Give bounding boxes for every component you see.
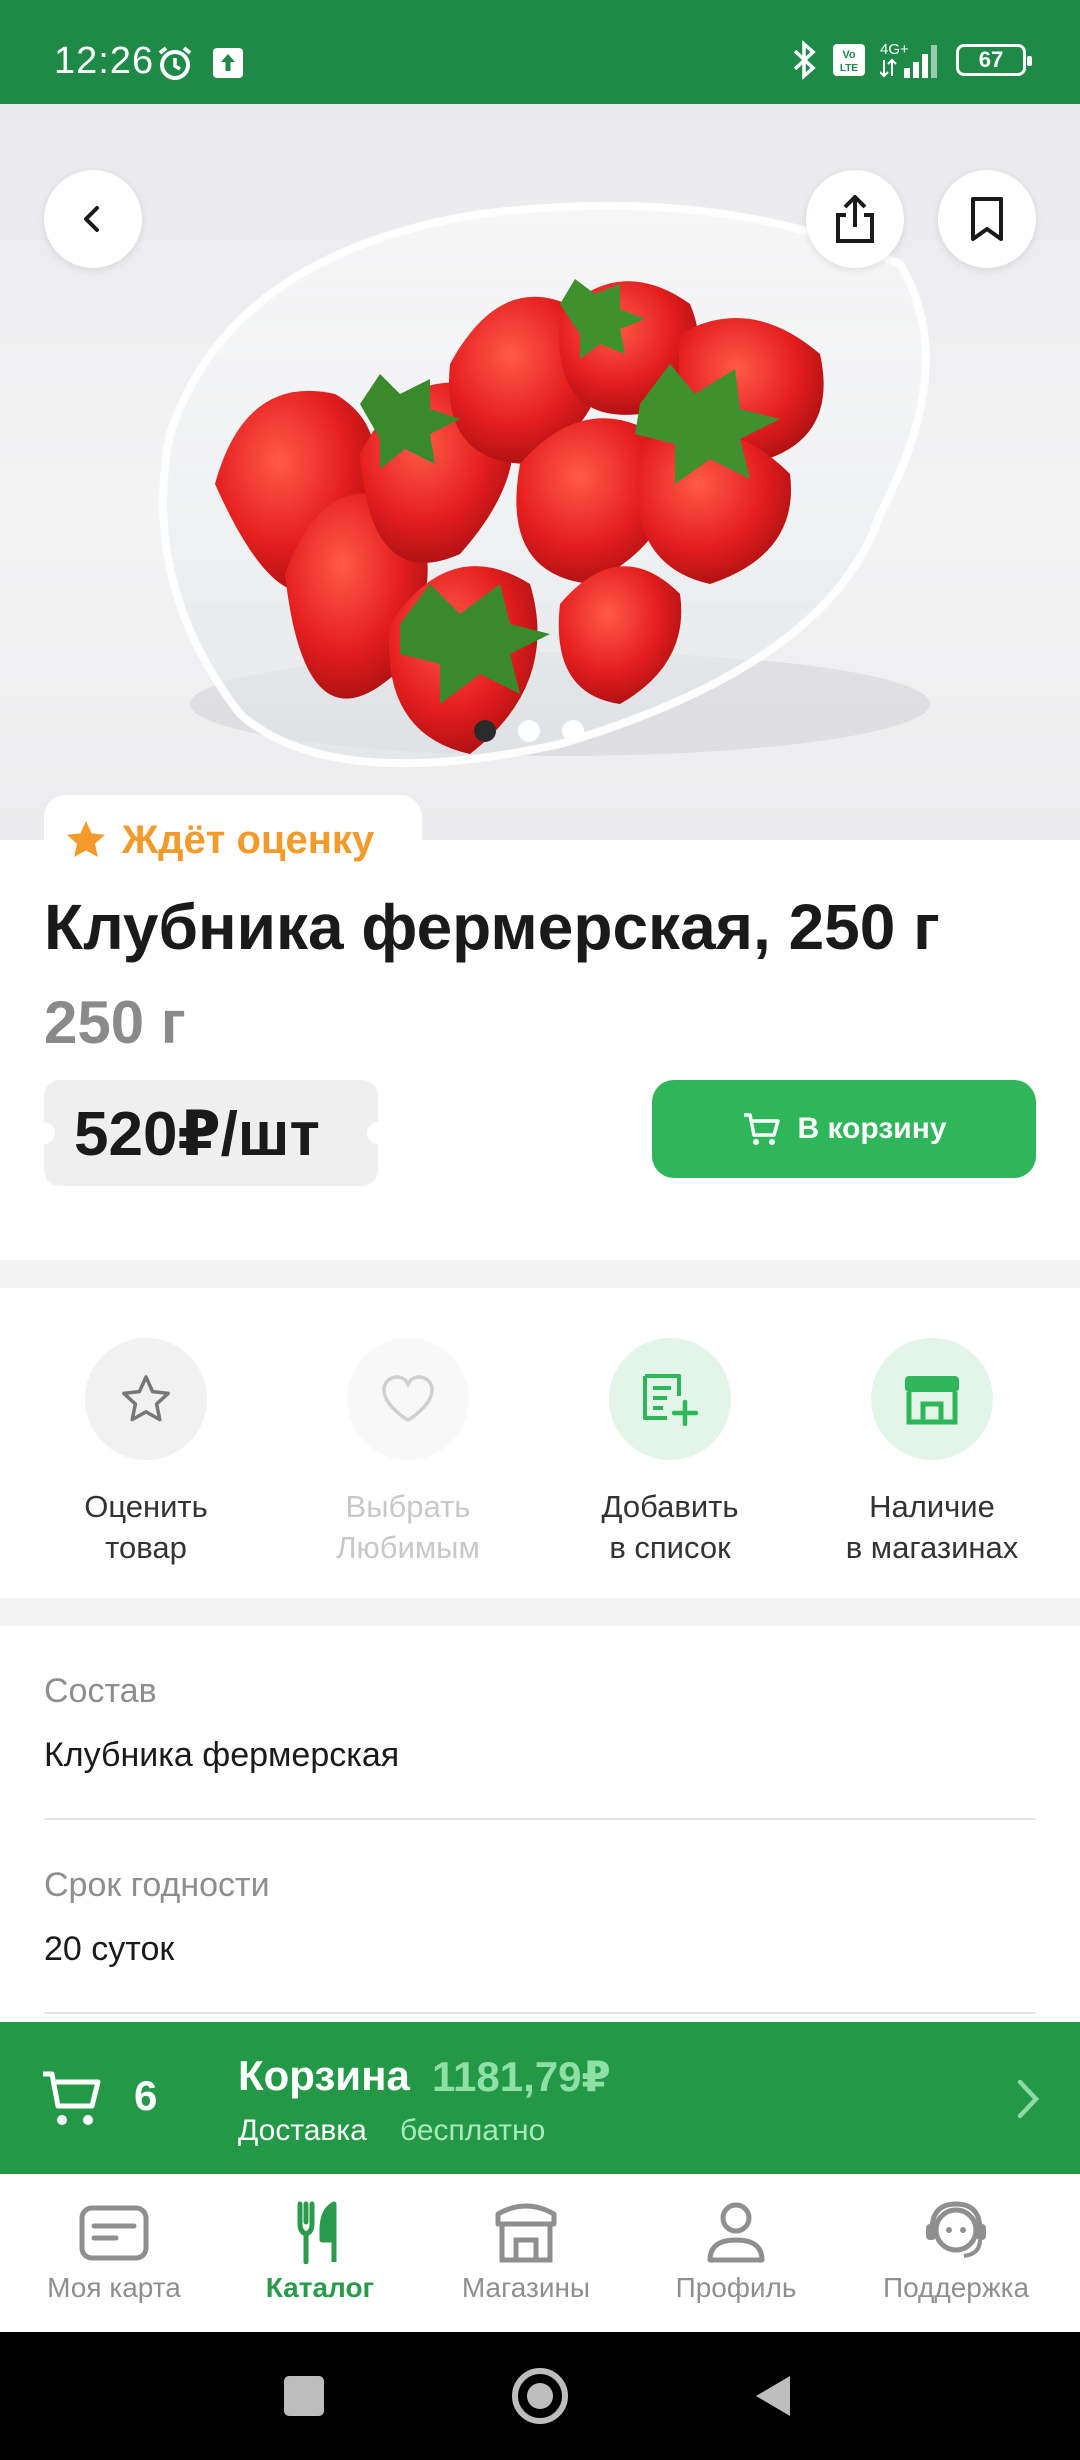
bottom-navigation: Моя карта Каталог Магазины Профиль Подде… <box>0 2174 1080 2332</box>
add-to-cart-label: В корзину <box>797 1112 947 1145</box>
product-actions: Оценить товар Выбрать Любимым Добавить в сп… <box>0 1288 1080 1598</box>
nav-item-support[interactable]: Поддержка <box>848 2200 1064 2304</box>
svg-text:LTE: LTE <box>840 63 858 74</box>
cart-icon <box>43 2071 101 2125</box>
nav-item-catalog[interactable]: Каталог <box>212 2200 428 2304</box>
nav-item-my-card[interactable]: Моя карта <box>6 2200 222 2304</box>
cart-icon <box>744 1113 781 1145</box>
battery-indicator: 67 <box>956 44 1032 76</box>
heart-icon <box>382 1375 434 1423</box>
gallery-pagination <box>474 720 584 742</box>
product-image-gallery[interactable] <box>0 104 1080 840</box>
shelf-life-value: 20 суток <box>44 1930 175 1968</box>
cutlery-icon <box>297 2201 337 2264</box>
price-tag: 520₽/шт <box>33 1080 389 1186</box>
store-icon <box>905 1376 959 1425</box>
nav-item-profile[interactable]: Профиль <box>628 2200 844 2304</box>
delivery-label: Доставка <box>238 2114 367 2147</box>
status-bar: 12:26 Vo LTE 4G+ 67 <box>0 0 1080 104</box>
signal-icon: 4G+ <box>880 41 937 78</box>
volte-icon: Vo LTE <box>833 44 865 76</box>
add-to-cart-button[interactable]: В корзину <box>652 1080 1036 1178</box>
rating-badge[interactable]: Ждёт оценку <box>44 795 422 885</box>
bookmark-icon <box>971 197 1003 241</box>
nav-item-stores[interactable]: Магазины <box>418 2200 634 2304</box>
divider <box>44 1818 1036 1820</box>
pagination-dot[interactable] <box>518 720 540 742</box>
share-button[interactable] <box>806 170 904 268</box>
svg-text:4G+: 4G+ <box>880 41 909 58</box>
pagination-dot[interactable] <box>474 720 496 742</box>
product-weight: 250 г <box>44 989 186 1056</box>
rating-label: Ждёт оценку <box>122 817 375 862</box>
composition-value: Клубника фермерская <box>44 1736 400 1774</box>
headset-icon <box>926 2201 986 2258</box>
divider <box>44 2012 1036 2014</box>
system-navigation-bar <box>0 2332 1080 2460</box>
chevron-right-icon <box>1017 2079 1040 2119</box>
store-availability-action[interactable]: Наличие в магазинах <box>802 1338 1062 1568</box>
basket-bar[interactable]: 6 Корзина 1181,79₽ Доставка бесплатно <box>0 2022 1080 2174</box>
delivery-value: бесплатно <box>400 2114 546 2147</box>
basket-count: 6 <box>134 2072 158 2119</box>
share-icon <box>836 195 874 243</box>
basket-sum: 1181,79₽ <box>432 2053 611 2100</box>
star-outline-icon <box>122 1375 170 1422</box>
list-add-icon <box>643 1374 699 1426</box>
shelf-life-label: Срок годности <box>44 1866 270 1904</box>
svg-text:Vo: Vo <box>842 49 856 61</box>
composition-label: Состав <box>44 1672 157 1710</box>
card-icon <box>79 2205 149 2261</box>
rate-product-action[interactable]: Оценить товар <box>16 1338 276 1568</box>
recent-apps-button[interactable] <box>284 2376 324 2416</box>
store-icon <box>495 2203 557 2263</box>
upload-icon <box>213 48 243 78</box>
status-time: 12:26 <box>54 40 155 82</box>
chevron-left-icon <box>84 206 99 232</box>
profile-icon <box>707 2202 765 2263</box>
back-button[interactable] <box>44 170 142 268</box>
divider <box>0 1598 1080 1626</box>
bookmark-button[interactable] <box>938 170 1036 268</box>
pagination-dot[interactable] <box>562 720 584 742</box>
home-button[interactable] <box>512 2368 568 2424</box>
basket-title: Корзина <box>238 2052 410 2099</box>
divider <box>0 1260 1080 1288</box>
back-nav-button[interactable] <box>752 2372 794 2420</box>
add-to-list-action[interactable]: Добавить в список <box>540 1338 800 1568</box>
star-icon <box>67 821 105 857</box>
product-title: Клубника фермерская, 250 г <box>44 891 940 963</box>
alarm-icon <box>158 46 192 80</box>
bluetooth-icon <box>793 40 816 80</box>
favorite-action[interactable]: Выбрать Любимым <box>278 1338 538 1568</box>
price-value: 520₽/шт <box>74 1099 320 1169</box>
